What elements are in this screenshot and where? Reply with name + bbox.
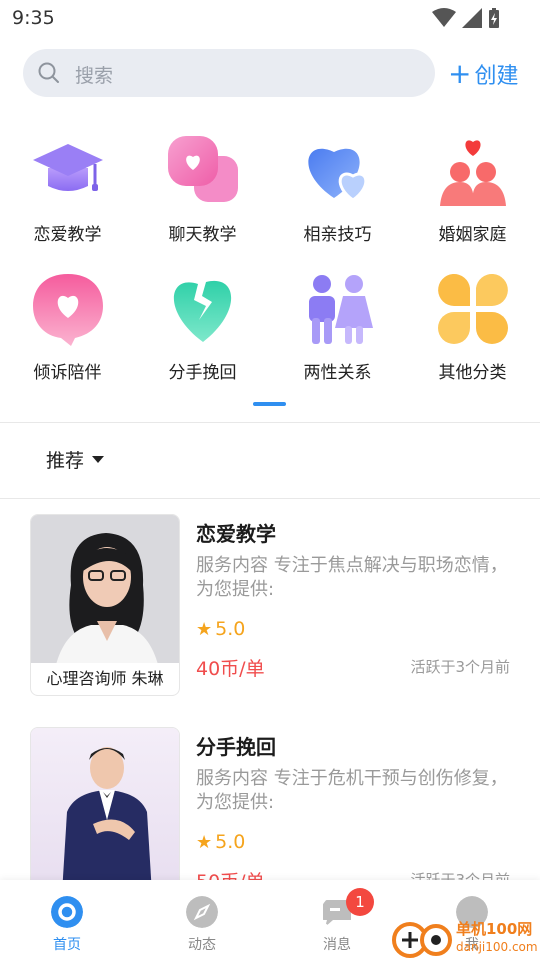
status-bar: 9:35 [0,0,540,36]
tab-label: 动态 [188,937,216,953]
family-heart-icon [440,140,506,206]
watermark-text: 单机100网 [456,920,533,938]
status-icons [432,8,500,28]
category-label: 分手挽回 [168,363,237,383]
category-label: 婚姻家庭 [438,225,507,245]
photo-caption: 心理咨询师 朱琳 [31,663,179,695]
filter-dropdown[interactable]: 推荐 [46,446,105,473]
listing-active-time: 活跃于3个月前 [410,658,510,676]
category-label: 恋爱教学 [33,225,102,245]
listing-description: 服务内容 专注于危机干预与创伤修复，为您提供: [196,768,508,813]
category-chat-teaching[interactable]: 聊天教学 [135,134,270,264]
status-time: 9:35 [12,7,55,29]
signal-icon [462,8,482,28]
watermark-logo: 单机100网 danji100.com [390,916,540,960]
divider [0,498,540,499]
counselor-photo: 心理咨询师 朱琳 [30,514,180,696]
watermark-icon [392,922,452,958]
battery-icon [489,8,499,28]
wifi-icon [432,8,456,27]
caret-down-icon [92,456,105,463]
heart-bubble-icon [33,274,103,346]
graduation-cap-icon [33,144,103,191]
clover-icon [438,274,508,344]
category-other[interactable]: 其他分类 [405,272,540,402]
double-heart-icon [308,148,368,202]
tab-label: 消息 [323,937,351,953]
search-icon [38,62,59,83]
tab-home[interactable]: 首页 [27,894,107,954]
listing-price: 40币/单 [196,658,265,680]
category-love-teaching[interactable]: 恋爱教学 [0,134,135,264]
star-icon: ★ [196,618,213,640]
plus-icon: + [448,57,472,90]
search-placeholder: 搜索 [75,65,114,87]
tab-moments[interactable]: 动态 [162,894,242,954]
listing-title: 分手挽回 [196,735,276,759]
category-label: 倾诉陪伴 [33,363,102,383]
category-breakup-recovery[interactable]: 分手挽回 [135,272,270,402]
category-label: 其他分类 [438,363,507,383]
tab-label: 首页 [53,937,81,953]
create-button-label: 创建 [474,64,519,89]
divider [0,422,540,423]
category-label: 相亲技巧 [303,225,372,245]
category-gender-relations[interactable]: 两性关系 [270,272,405,402]
couple-icon [309,275,373,344]
listing-description: 服务内容 专注于焦点解决与职场恋情，为您提供: [196,555,508,600]
category-label: 两性关系 [303,363,372,383]
create-button[interactable]: + 创建 [448,58,518,90]
message-badge: 1 [346,888,374,916]
compass-icon [186,896,218,928]
chat-heart-icon [168,136,238,202]
rating-value: 5.0 [215,618,246,640]
category-label: 聊天教学 [168,225,237,245]
search-input[interactable]: 搜索 [23,49,435,97]
listing-title: 恋爱教学 [196,522,276,546]
star-icon: ★ [196,831,213,853]
broken-heart-icon [173,280,232,342]
category-blind-date-tips[interactable]: 相亲技巧 [270,134,405,264]
category-marriage-family[interactable]: 婚姻家庭 [405,134,540,264]
watermark-url: danji100.com [456,940,538,954]
page-indicator [253,402,286,406]
listing-rating: ★ 5.0 [196,618,245,640]
home-icon [51,896,83,928]
rating-value: 5.0 [215,831,246,853]
listing-rating: ★ 5.0 [196,831,245,853]
filter-label: 推荐 [46,450,85,472]
category-confide-company[interactable]: 倾诉陪伴 [0,272,135,402]
listing-card[interactable]: 心理咨询师 朱琳 恋爱教学 服务内容 专注于焦点解决与职场恋情，为您提供: ★ … [0,514,540,704]
